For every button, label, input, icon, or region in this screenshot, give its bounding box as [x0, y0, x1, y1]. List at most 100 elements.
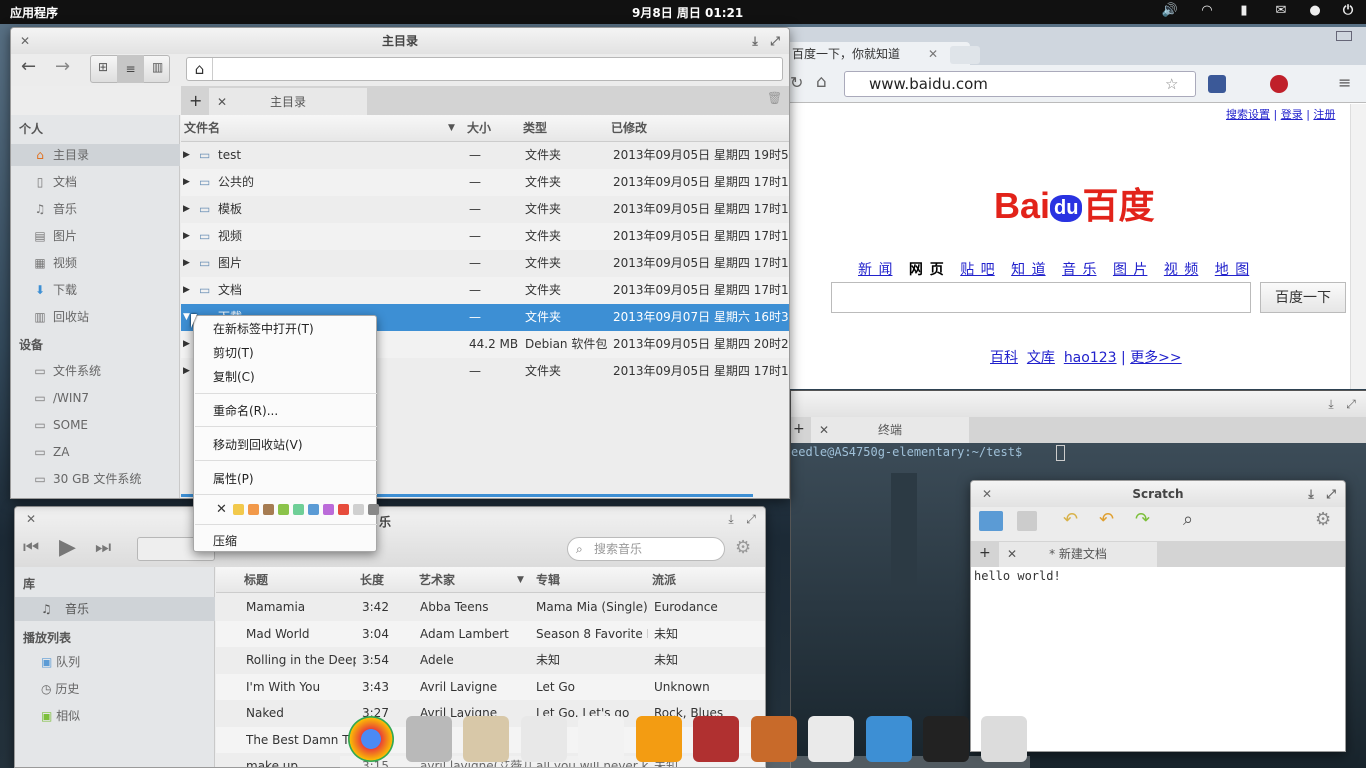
sidebar-item-queue[interactable]: ▣ 队列 [41, 653, 80, 670]
mail-icon[interactable] [463, 716, 509, 762]
terminal-icon[interactable] [923, 716, 969, 762]
maximize-icon[interactable]: ⤢ [1323, 486, 1339, 502]
trash-icon[interactable]: 🗑 [767, 91, 782, 105]
sidebar-item-video[interactable]: ▦ 视频 [33, 252, 173, 274]
home-icon[interactable]: ⌂ [187, 58, 213, 80]
file-row[interactable]: ▶ ▭ 模板 — 文件夹 2013年09月05日 星期四 17时15分 [181, 196, 789, 223]
url-bar[interactable]: www.baidu.com ☆ [844, 71, 1196, 97]
sidebar-item-trash[interactable]: ▥ 回收站 [33, 306, 173, 328]
col-artist[interactable]: 艺术家 [419, 567, 455, 593]
power-icon[interactable]: ⏻ [1338, 3, 1358, 21]
minimize-icon[interactable]: ⤓ [723, 511, 739, 527]
expander-icon[interactable]: ▶ [183, 331, 190, 358]
more-link[interactable]: 更多>> [1130, 350, 1181, 366]
icon-view-icon[interactable]: ⊞ [98, 60, 108, 74]
wenku-link[interactable]: 文库 [1027, 350, 1055, 366]
register-link[interactable]: 注册 [1313, 108, 1335, 121]
menu-cut[interactable]: 剪切(T) [213, 344, 254, 361]
close-tab-icon[interactable]: ✕ [928, 42, 938, 66]
nav-map[interactable]: 地 图 [1215, 262, 1249, 278]
music-search-input[interactable]: ⌕ 搜索音乐 [567, 537, 725, 561]
color-swatch[interactable] [278, 504, 289, 515]
clock[interactable]: 9月8日 周日 01:21 [632, 4, 743, 21]
maximize-icon[interactable]: ⤢ [767, 33, 783, 49]
new-tab-icon[interactable]: + [979, 545, 991, 561]
nav-tieba[interactable]: 贴 吧 [960, 262, 994, 278]
menu-move-to-trash[interactable]: 移动到回收站(V) [213, 436, 303, 453]
sidebar-item-picture[interactable]: ▤ 图片 [33, 225, 173, 247]
browser-scrollbar[interactable] [1350, 104, 1366, 389]
list-view-icon[interactable]: ≡ [117, 55, 144, 83]
nav-images[interactable]: 图 片 [1113, 262, 1147, 278]
extension-block-icon[interactable] [1270, 75, 1288, 93]
forward-icon[interactable]: → [55, 56, 70, 77]
applications-menu[interactable]: 应用程序 [10, 4, 58, 21]
color-swatch[interactable] [368, 504, 379, 515]
previous-icon[interactable]: ⏮ [23, 537, 39, 558]
sidebar-item-music[interactable]: ♫ 音乐 [33, 198, 173, 220]
close-tab-icon[interactable]: ✕ [1007, 542, 1017, 567]
sidebar-item-music[interactable]: ♫ 音乐 [15, 597, 215, 621]
home-icon[interactable]: ⌂ [816, 72, 827, 92]
search-settings-link[interactable]: 搜索设置 [1226, 108, 1270, 121]
menu-compress[interactable]: 压缩 [213, 532, 237, 549]
play-icon[interactable]: ▶ [59, 535, 76, 560]
battery-icon[interactable]: ▮ [1234, 3, 1254, 21]
wifi-icon[interactable]: ◠ [1197, 3, 1217, 21]
close-tab-icon[interactable]: ✕ [819, 417, 829, 443]
terminal-tab[interactable]: ✕ 终端 [811, 417, 969, 443]
menu-copy[interactable]: 复制(C) [213, 368, 255, 385]
color-swatch[interactable] [338, 504, 349, 515]
bookmark-star-icon[interactable]: ☆ [1165, 72, 1178, 96]
login-link[interactable]: 登录 [1281, 108, 1303, 121]
track-row[interactable]: Mamamia 3:42 Abba Teens Mama Mia (Single) Eu… [216, 594, 765, 620]
sidebar-item-device[interactable]: ▭20 GB 文件系统 [33, 495, 173, 498]
col-type[interactable]: 类型 [523, 115, 547, 141]
open-icon[interactable] [979, 511, 1003, 531]
nav-web[interactable]: 网 页 [909, 262, 944, 278]
fm-tab[interactable]: ✕ 主目录 [209, 88, 367, 116]
close-icon[interactable]: ✕ [23, 511, 39, 527]
close-tab-icon[interactable]: ✕ [217, 88, 227, 116]
col-album[interactable]: 专辑 [536, 567, 560, 593]
color-swatch[interactable] [263, 504, 274, 515]
expander-icon[interactable]: ▶ [183, 169, 190, 196]
col-title[interactable]: 标题 [244, 567, 268, 593]
expander-icon[interactable]: ▶ [183, 223, 190, 250]
location-bar[interactable]: ⌂ [186, 57, 783, 81]
revert-icon[interactable]: ↶ [1063, 509, 1078, 530]
minimize-icon[interactable]: ⤓ [1323, 396, 1339, 412]
music-icon[interactable] [635, 716, 682, 762]
next-icon[interactable]: ⏭ [95, 537, 111, 558]
sidebar-item-device[interactable]: ▭ SOME [33, 414, 173, 436]
restore-icon[interactable] [1336, 31, 1352, 41]
sidebar-item-similar[interactable]: ▣ 相似 [41, 707, 80, 724]
clear-color-icon[interactable]: ✕ [216, 502, 227, 517]
sidebar-item-document[interactable]: ▯ 文档 [33, 171, 173, 193]
maximize-icon[interactable]: ⤢ [743, 511, 759, 527]
sidebar-item-download[interactable]: ⬇ 下载 [33, 279, 173, 301]
color-swatch[interactable] [248, 504, 259, 515]
sidebar-item-device[interactable]: ▭ 文件系统 [33, 360, 173, 382]
nav-video[interactable]: 视 频 [1164, 262, 1198, 278]
menu-open-in-new-tab[interactable]: 在新标签中打开(T) [213, 320, 314, 337]
menu-properties[interactable]: 属性(P) [213, 470, 254, 487]
expander-icon[interactable]: ▶ [183, 277, 190, 304]
expander-icon[interactable]: ▼ [183, 304, 190, 331]
baike-link[interactable]: 百科 [990, 350, 1018, 366]
nav-music[interactable]: 音 乐 [1062, 262, 1096, 278]
color-swatch[interactable] [323, 504, 334, 515]
new-tab-button[interactable] [950, 46, 980, 64]
save-icon[interactable] [1017, 511, 1037, 531]
nav-zhidao[interactable]: 知 道 [1011, 262, 1045, 278]
file-row[interactable]: ▶ ▭ 视频 — 文件夹 2013年09月05日 星期四 17时15分 [181, 223, 789, 250]
column-view-icon[interactable]: ▥ [152, 60, 163, 74]
settings-gear-icon[interactable]: ⚙ [1315, 509, 1331, 530]
expander-icon[interactable]: ▶ [183, 358, 190, 385]
color-swatch[interactable] [293, 504, 304, 515]
baidu-search-input[interactable] [831, 282, 1251, 313]
new-tab-icon[interactable]: + [189, 91, 202, 110]
mail-icon[interactable]: ✉ [1271, 3, 1291, 21]
back-icon[interactable]: ← [21, 56, 36, 77]
track-row[interactable]: Rolling in the Deep 3:54 Adele 未知 未知 [216, 647, 765, 673]
